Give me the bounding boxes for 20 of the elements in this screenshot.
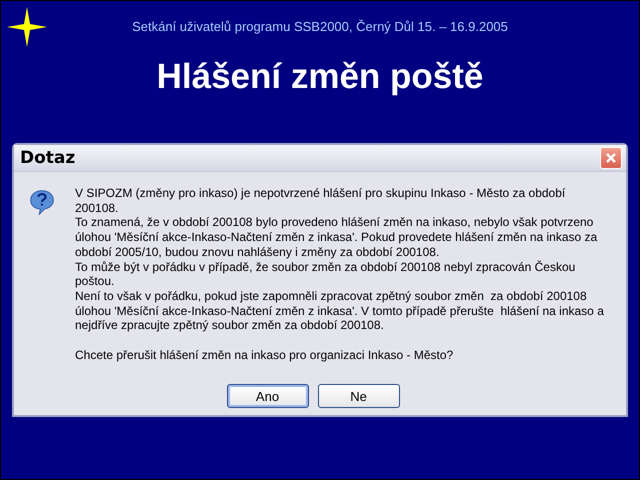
message-text: nejdříve zpracujte zpětný soubor změn za období 200108.	[75, 318, 385, 334]
message-text: úlohou 'Měsíční akce-Inkaso-Načtení změn z inkasa'. V tomto případě přerušte hlášení na inkaso a	[75, 304, 604, 318]
slide-title: Hlášení změn poště	[156, 57, 484, 98]
message-text: 200108.	[75, 200, 120, 216]
message-text: poštou.	[75, 274, 116, 289]
star-icon	[7, 7, 47, 47]
dialog-button[interactable]: Ne	[318, 384, 400, 408]
close-button[interactable]	[600, 147, 622, 169]
message-text: V SIPOZM (změny pro inkaso) je nepotvrzené hlášení pro skupinu Inkaso - Město za období	[75, 186, 566, 201]
question-icon	[28, 188, 56, 216]
close-icon	[605, 152, 617, 164]
message-text: úlohou 'Měsíční akce-Inkaso-Načtení změn z inkasa'. Pokud provedete hlášení změn na inkaso za	[75, 230, 598, 245]
message-text: To může být v pořádku v případě, že soubor změn za období 200108 nebyl zpracován Českou	[75, 260, 576, 274]
dialog-button[interactable]: Ano	[226, 384, 308, 408]
message-text: Není to však v pořádku, pokud jste zapomněli zpracovat zpětný soubor změn za období 200108	[75, 288, 588, 304]
question-text: Chcete přerušit hlášení změn na inkaso pro organizaci Inkaso - Město?	[75, 348, 454, 362]
message-text: období 2005/10, budou znovu nahlášeny i změny za období 200108.	[75, 244, 440, 260]
message-text: To znamená, že v období 200108 bylo provedeno hlášení změn na inkaso, nebylo však potvrzeno	[75, 215, 594, 230]
slide-subtitle: Setkání uživatelů programu SSB2000, Černý Důl 15. – 16.9.2005	[132, 18, 508, 34]
window-title: Dotaz	[20, 148, 76, 168]
